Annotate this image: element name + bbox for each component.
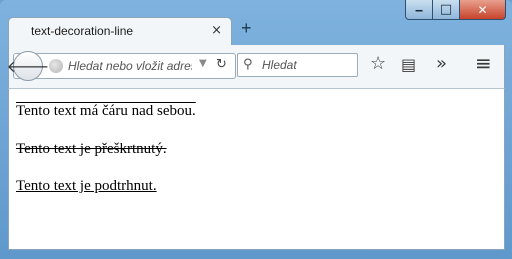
back-button[interactable]: 🡐 bbox=[7, 51, 49, 81]
linethrough-paragraph: Tento text je přeškrtnutý. bbox=[16, 141, 167, 157]
hamburger-menu-icon[interactable]: ≡ bbox=[475, 51, 492, 75]
url-dropdown-icon[interactable]: ▼ bbox=[199, 58, 207, 69]
back-arrow-icon: 🡐 bbox=[6, 57, 50, 76]
tab-close-icon[interactable]: × bbox=[211, 23, 222, 38]
navigation-toolbar: 🡐 Hledat nebo vložit adresu ▼ ↻ ⚲ Hledat… bbox=[7, 45, 505, 89]
overflow-chevron-icon[interactable]: » bbox=[436, 53, 447, 74]
reading-list-icon[interactable]: ▤ bbox=[401, 55, 416, 74]
overline-paragraph: Tento text má čáru nad sebou. bbox=[16, 103, 196, 119]
search-icon: ⚲ bbox=[243, 57, 253, 72]
minimize-button[interactable]: ‒ bbox=[405, 0, 433, 20]
url-bar[interactable]: 🡐 Hledat nebo vložit adresu ▼ ↻ bbox=[7, 51, 236, 81]
close-window-button[interactable]: ✕ bbox=[459, 0, 506, 20]
tab-title: text-decoration-line bbox=[31, 24, 134, 38]
close-icon: ✕ bbox=[477, 2, 488, 17]
reload-icon[interactable]: ↻ bbox=[216, 57, 227, 72]
url-input[interactable]: Hledat nebo vložit adresu bbox=[68, 59, 192, 73]
browser-window: ‒ □ ✕ text-decoration-line × + 🡐 Hledat … bbox=[0, 0, 512, 259]
page-content: Tento text má čáru nad sebou. Tento text… bbox=[8, 89, 505, 250]
bookmark-star-icon[interactable]: ☆ bbox=[370, 53, 386, 74]
search-bar[interactable]: ⚲ Hledat bbox=[237, 53, 358, 77]
underline-paragraph: Tento text je podtrhnut. bbox=[16, 178, 157, 194]
globe-icon bbox=[49, 59, 63, 73]
minimize-icon: ‒ bbox=[414, 2, 424, 17]
search-input[interactable]: Hledat bbox=[262, 58, 297, 72]
tab-text-decoration-line[interactable]: text-decoration-line × bbox=[8, 17, 232, 45]
maximize-button[interactable]: □ bbox=[432, 0, 460, 20]
maximize-icon: □ bbox=[439, 2, 453, 17]
new-tab-button[interactable]: + bbox=[241, 18, 252, 39]
